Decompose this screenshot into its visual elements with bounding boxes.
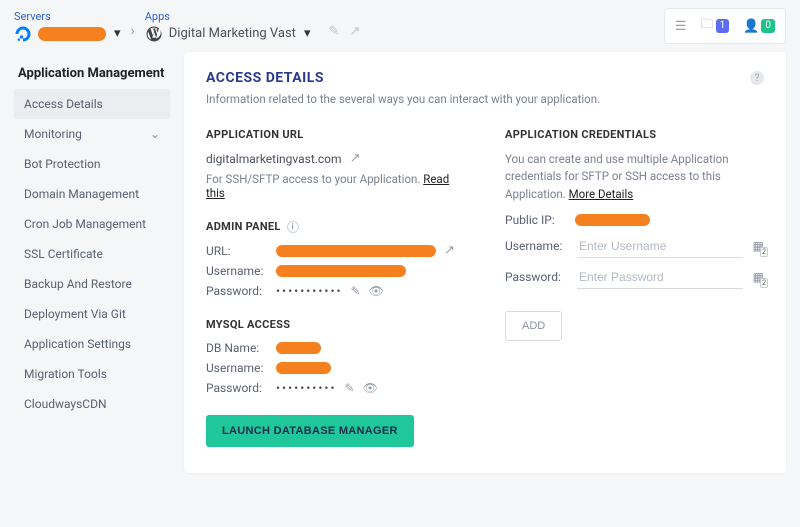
section-heading-mysql: MYSQL ACCESS bbox=[206, 318, 465, 331]
eye-icon[interactable]: 👁 bbox=[369, 284, 384, 298]
sidebar-item-label: Bot Protection bbox=[24, 157, 100, 171]
sidebar-item-migration-tools[interactable]: Migration Tools bbox=[14, 359, 170, 389]
sidebar-item-label: Application Settings bbox=[24, 337, 131, 351]
sidebar-item-monitoring[interactable]: Monitoring ⌄ bbox=[14, 119, 170, 149]
sidebar-item-label: SSL Certificate bbox=[24, 247, 103, 261]
section-heading-app-url: APPLICATION URL bbox=[206, 128, 465, 141]
password-label: Password: bbox=[505, 270, 567, 284]
sidebar-item-ssl[interactable]: SSL Certificate bbox=[14, 239, 170, 269]
mysql-username-label: Username: bbox=[206, 361, 268, 375]
folder-badge: 1 bbox=[716, 19, 730, 33]
password-mask: •••••••••• bbox=[276, 381, 337, 395]
chevron-right-icon: › bbox=[131, 23, 135, 39]
folder-icon[interactable]: 🗀1 bbox=[701, 15, 730, 37]
list-icon[interactable]: ☰ bbox=[675, 19, 687, 34]
apps-crumb-label: Apps bbox=[145, 10, 311, 23]
admin-password-label: Password: bbox=[206, 284, 268, 298]
wordpress-icon bbox=[145, 25, 163, 43]
digitalocean-icon bbox=[14, 25, 32, 43]
ssh-note: For SSH/SFTP access to your Application.… bbox=[206, 172, 465, 200]
autofill-icon[interactable]: ▦2 bbox=[753, 270, 764, 284]
mysql-username-redacted bbox=[276, 362, 331, 374]
mysql-dbname-label: DB Name: bbox=[206, 341, 268, 355]
eye-icon[interactable]: 👁 bbox=[363, 381, 378, 395]
admin-username-redacted bbox=[276, 265, 406, 277]
page-title: ACCESS DETAILS bbox=[206, 70, 324, 86]
sidebar-item-label: CloudwaysCDN bbox=[24, 397, 107, 411]
sidebar-item-label: Backup And Restore bbox=[24, 277, 132, 291]
external-link-icon[interactable]: ↗ bbox=[350, 151, 361, 166]
public-ip-label: Public IP: bbox=[505, 213, 567, 227]
page-subtitle: Information related to the several ways … bbox=[206, 92, 764, 106]
sidebar-item-access-details[interactable]: Access Details bbox=[14, 89, 170, 119]
section-heading-admin-panel: ADMIN PANELi bbox=[206, 220, 465, 233]
mysql-password-label: Password: bbox=[206, 381, 268, 395]
username-input[interactable] bbox=[577, 235, 743, 258]
caret-down-icon[interactable]: ▾ bbox=[114, 26, 121, 41]
sidebar-item-bot-protection[interactable]: Bot Protection bbox=[14, 149, 170, 179]
more-details-link[interactable]: More Details bbox=[569, 187, 634, 201]
pencil-icon[interactable]: ✎ bbox=[328, 24, 339, 39]
help-icon[interactable]: ? bbox=[750, 71, 764, 85]
username-label: Username: bbox=[505, 239, 567, 253]
sidebar-item-cloudwayscdn[interactable]: CloudwaysCDN bbox=[14, 389, 170, 419]
pencil-icon[interactable]: ✎ bbox=[345, 381, 355, 395]
admin-url-redacted bbox=[276, 245, 436, 257]
sidebar-item-label: Monitoring bbox=[24, 127, 82, 141]
public-ip-redacted bbox=[575, 214, 650, 226]
sidebar-item-domain-management[interactable]: Domain Management bbox=[14, 179, 170, 209]
autofill-icon[interactable]: ▦2 bbox=[753, 239, 764, 253]
mysql-dbname-redacted bbox=[276, 342, 321, 354]
sidebar-item-label: Access Details bbox=[24, 97, 103, 111]
chevron-down-icon: ⌄ bbox=[150, 127, 160, 141]
password-input[interactable] bbox=[577, 266, 743, 289]
breadcrumb-apps[interactable]: Apps Digital Marketing Vast ▾ bbox=[145, 10, 311, 43]
sidebar-item-cron-job[interactable]: Cron Job Management bbox=[14, 209, 170, 239]
breadcrumb-servers[interactable]: Servers ▾ bbox=[14, 10, 121, 43]
sidebar-title: Application Management bbox=[18, 66, 170, 81]
pencil-icon[interactable]: ✎ bbox=[351, 284, 361, 298]
credentials-description: You can create and use multiple Applicat… bbox=[505, 151, 764, 203]
sidebar-item-label: Deployment Via Git bbox=[24, 307, 126, 321]
launch-database-manager-button[interactable]: LAUNCH DATABASE MANAGER bbox=[206, 415, 414, 447]
user-badge: 0 bbox=[761, 19, 775, 33]
server-name-redacted bbox=[38, 27, 106, 41]
caret-down-icon[interactable]: ▾ bbox=[304, 26, 311, 41]
section-heading-credentials: APPLICATION CREDENTIALS bbox=[505, 128, 764, 141]
admin-username-label: Username: bbox=[206, 264, 268, 278]
user-icon[interactable]: 👤0 bbox=[743, 19, 775, 34]
external-link-icon[interactable]: ↗ bbox=[349, 24, 360, 39]
sidebar-item-label: Migration Tools bbox=[24, 367, 107, 381]
sidebar-item-label: Domain Management bbox=[24, 187, 139, 201]
sidebar-item-label: Cron Job Management bbox=[24, 217, 146, 231]
info-icon[interactable]: i bbox=[287, 221, 299, 233]
external-link-icon[interactable]: ↗ bbox=[444, 243, 455, 258]
servers-crumb-label: Servers bbox=[14, 10, 121, 23]
sidebar-item-application-settings[interactable]: Application Settings bbox=[14, 329, 170, 359]
sidebar: Application Management Access Details Mo… bbox=[14, 52, 170, 473]
sidebar-item-deployment-git[interactable]: Deployment Via Git bbox=[14, 299, 170, 329]
add-button[interactable]: ADD bbox=[505, 311, 562, 341]
admin-url-label: URL: bbox=[206, 244, 268, 258]
application-url[interactable]: digitalmarketingvast.com bbox=[206, 152, 342, 166]
password-mask: ••••••••••• bbox=[276, 284, 343, 298]
app-name: Digital Marketing Vast bbox=[169, 26, 296, 41]
sidebar-item-backup-restore[interactable]: Backup And Restore bbox=[14, 269, 170, 299]
top-actions: ☰ 🗀1 👤0 bbox=[664, 8, 786, 44]
main-card: ACCESS DETAILS ? Information related to … bbox=[184, 52, 786, 473]
